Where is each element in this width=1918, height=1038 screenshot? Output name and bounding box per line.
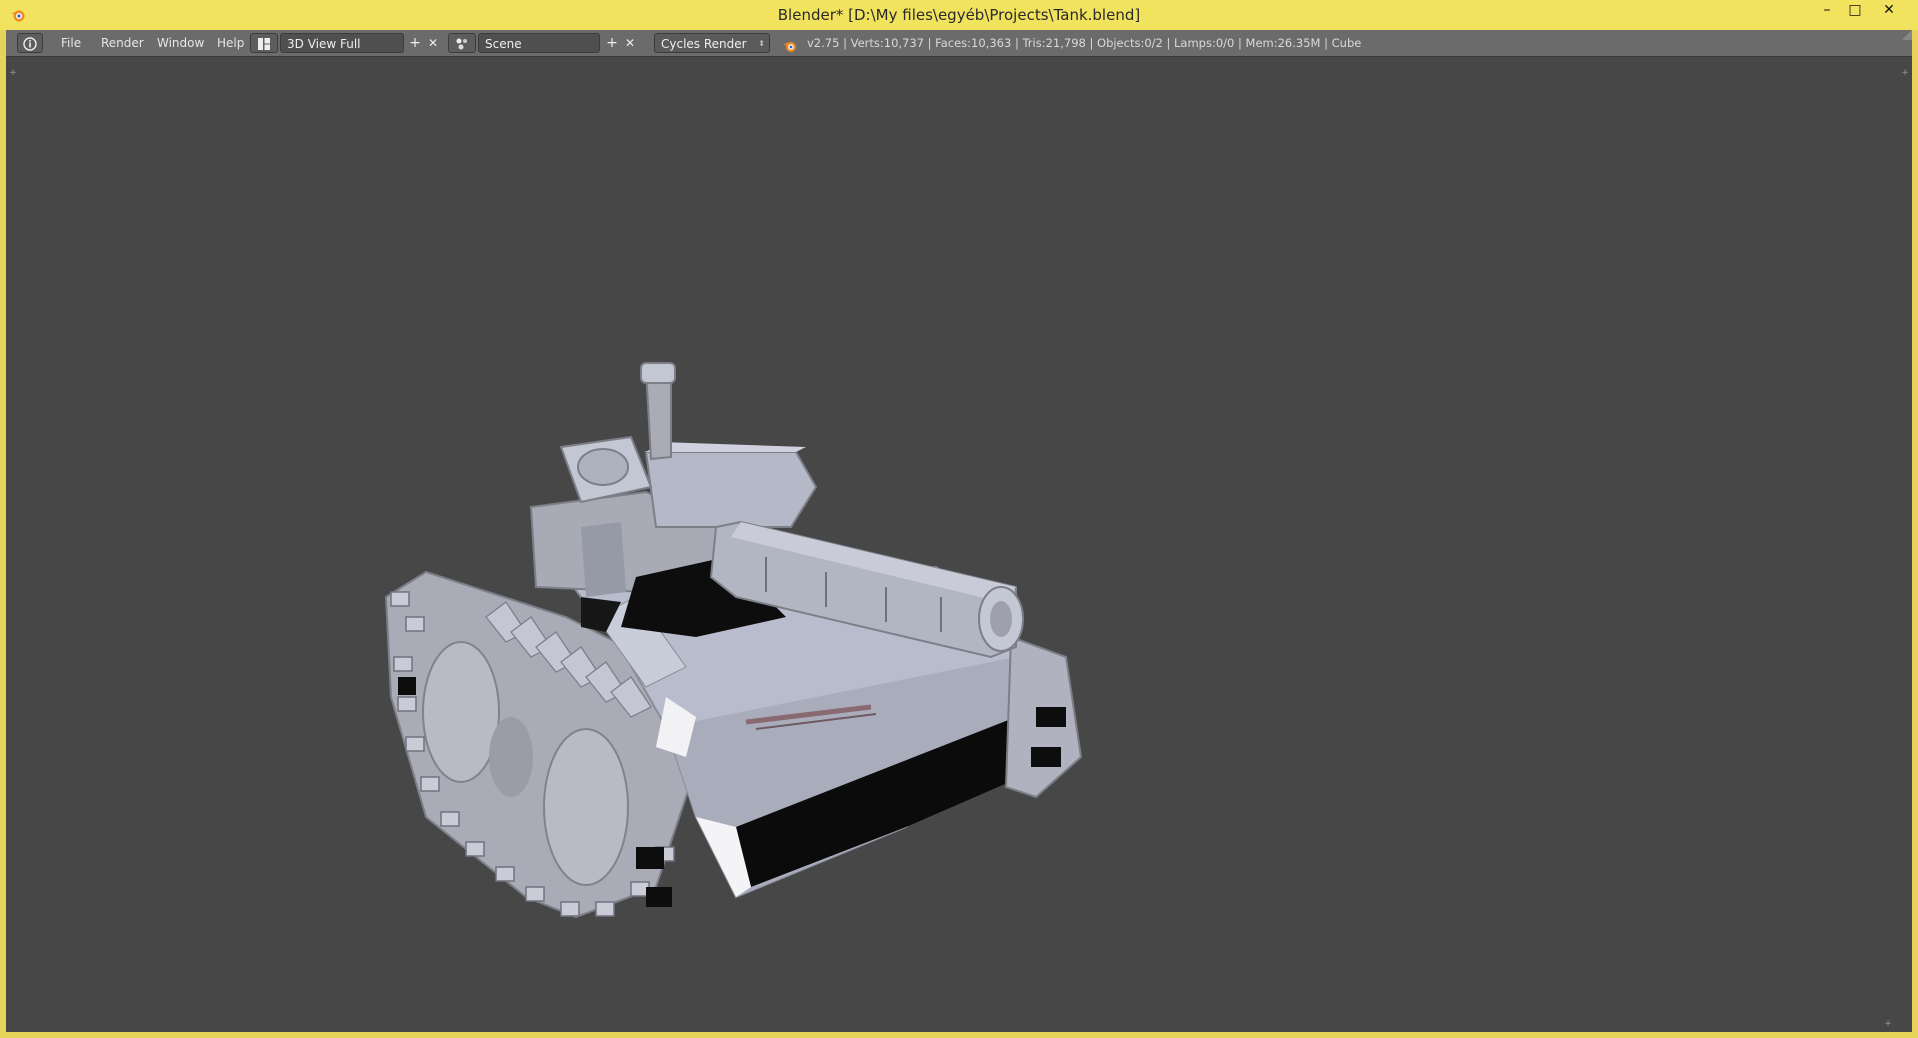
scene-name-field[interactable]: Scene bbox=[478, 33, 600, 53]
tank-model[interactable] bbox=[6, 57, 1912, 1032]
menu-help[interactable]: Help bbox=[211, 33, 250, 53]
info-editor-icon bbox=[23, 37, 37, 51]
blender-render-icon bbox=[783, 42, 796, 52]
maximize-button[interactable]: □ bbox=[1842, 0, 1868, 22]
screen-layout-icon bbox=[258, 38, 270, 50]
add-scene-button[interactable]: + bbox=[603, 33, 621, 53]
title-bar: Blender* [D:\My files\egyéb\Projects\Tan… bbox=[0, 0, 1918, 30]
area-split-corner-icon[interactable] bbox=[1902, 30, 1912, 40]
menu-file[interactable]: File bbox=[55, 33, 87, 53]
blender-main-area: File Render Window Help 3D View Full + ✕… bbox=[6, 30, 1912, 1032]
scene-selector[interactable] bbox=[448, 33, 476, 53]
delete-screen-button[interactable]: ✕ bbox=[424, 33, 442, 53]
info-header: File Render Window Help 3D View Full + ✕… bbox=[6, 30, 1912, 57]
window-title: Blender* [D:\My files\egyéb\Projects\Tan… bbox=[777, 6, 1141, 24]
minimize-button[interactable]: – bbox=[1814, 0, 1840, 22]
menu-render[interactable]: Render bbox=[95, 33, 150, 53]
3d-viewport[interactable]: + + + bbox=[6, 57, 1912, 1032]
render-engine-dropdown[interactable]: Cycles Render ⬍ bbox=[654, 33, 770, 53]
delete-scene-button[interactable]: ✕ bbox=[621, 33, 639, 53]
add-screen-button[interactable]: + bbox=[406, 33, 424, 53]
close-window-button[interactable]: ✕ bbox=[1876, 0, 1902, 22]
scene-statistics: v2.75 | Verts:10,737 | Faces:10,363 | Tr… bbox=[807, 36, 1362, 50]
screen-layout-selector[interactable] bbox=[250, 33, 278, 53]
editor-type-button[interactable] bbox=[17, 33, 43, 53]
scene-icon bbox=[456, 38, 467, 50]
menu-window[interactable]: Window bbox=[151, 33, 210, 53]
dropdown-arrows-icon: ⬍ bbox=[758, 39, 765, 48]
render-engine-label: Cycles Render bbox=[661, 37, 747, 51]
screen-layout-name-field[interactable]: 3D View Full bbox=[280, 33, 404, 53]
